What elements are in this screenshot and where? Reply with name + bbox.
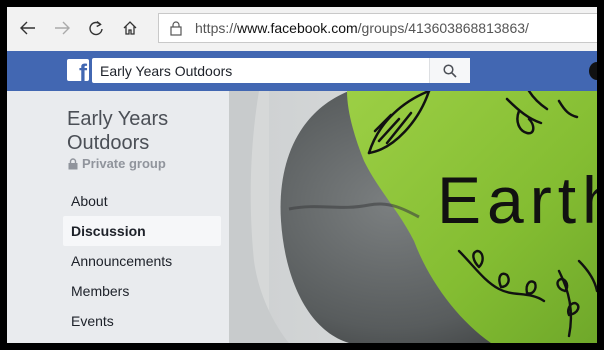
cover-photo[interactable]: Earth (229, 91, 597, 343)
forward-button[interactable] (49, 15, 75, 41)
search-input[interactable] (100, 61, 420, 80)
refresh-icon (89, 20, 103, 36)
browser-toolbar: https://www.facebook.com/groups/41360386… (7, 7, 597, 52)
painted-text: Earth (437, 163, 597, 237)
group-nav: About Discussion Announcements Members E… (63, 186, 221, 336)
group-sidebar: Early Years Outdoors Private group About… (7, 91, 229, 343)
url-prefix: https:// (195, 20, 238, 36)
lock-icon (68, 157, 78, 169)
address-bar[interactable]: https://www.facebook.com/groups/41360386… (158, 13, 597, 43)
back-button[interactable] (15, 15, 41, 41)
group-title[interactable]: Early Years Outdoors (67, 107, 217, 155)
search-box (92, 58, 470, 83)
facebook-header: f (7, 51, 597, 91)
url-domain: www.facebook.com (237, 20, 358, 36)
nav-item-discussion[interactable]: Discussion (63, 216, 221, 246)
nav-item-about[interactable]: About (63, 186, 221, 216)
forward-arrow-icon (55, 21, 70, 35)
profile-avatar[interactable] (589, 62, 597, 80)
facebook-logo-letter: f (79, 60, 87, 82)
search-icon (443, 63, 457, 78)
url-path: /groups/413603868813863/ (357, 20, 529, 36)
back-arrow-icon (20, 21, 35, 35)
lock-icon (167, 19, 185, 37)
facebook-logo[interactable]: f (67, 59, 89, 81)
url-text: https://www.facebook.com/groups/41360386… (195, 20, 529, 36)
privacy-label: Private group (68, 156, 166, 171)
home-button[interactable] (117, 15, 143, 41)
privacy-text: Private group (82, 156, 166, 171)
home-icon (123, 21, 137, 35)
painted-stone-image: Earth (229, 91, 597, 343)
refresh-button[interactable] (83, 15, 109, 41)
nav-item-announcements[interactable]: Announcements (63, 246, 221, 276)
nav-item-events[interactable]: Events (63, 306, 221, 336)
nav-item-members[interactable]: Members (63, 276, 221, 306)
search-button[interactable] (429, 58, 470, 83)
screenshot-frame: https://www.facebook.com/groups/41360386… (7, 7, 597, 343)
